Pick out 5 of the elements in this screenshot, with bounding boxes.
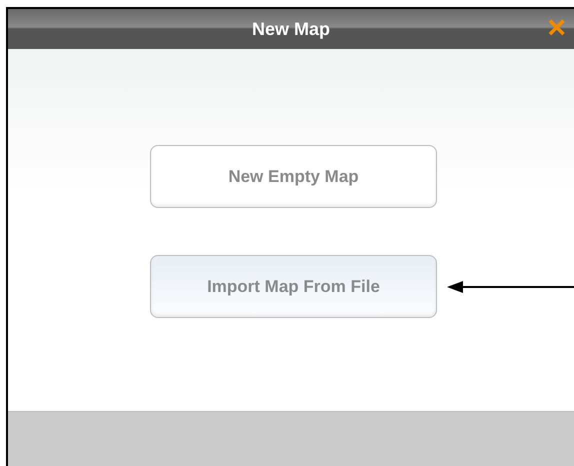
window-title: New Map	[252, 18, 330, 41]
arrow-icon	[447, 280, 574, 294]
menu-button[interactable]: New Empty Map	[150, 145, 437, 208]
menu-button[interactable]: Import Map From File	[150, 255, 437, 318]
close-button[interactable]: ×	[547, 11, 566, 43]
